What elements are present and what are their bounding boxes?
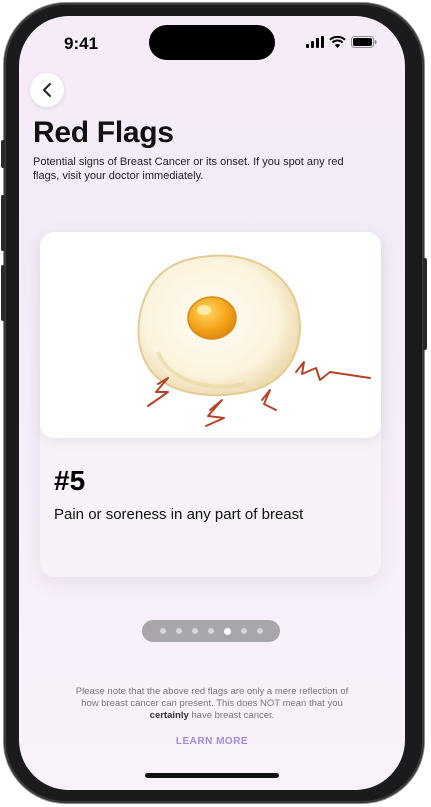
disclaimer-text: Please note that the above red flags are… <box>67 686 357 722</box>
card-image <box>40 232 381 438</box>
page-subtitle: Potential signs of Breast Cancer or its … <box>33 156 344 182</box>
mute-switch <box>1 140 5 168</box>
page-dot[interactable] <box>175 628 182 634</box>
disclaimer-before: Please note that the above red flags are… <box>75 686 349 709</box>
status-icons <box>306 36 377 48</box>
red-flag-card[interactable]: #5 Pain or soreness in any part of breas… <box>40 232 381 577</box>
chevron-left-icon <box>43 83 51 97</box>
home-indicator[interactable] <box>145 773 279 778</box>
page-dot[interactable] <box>159 628 166 634</box>
wifi-icon <box>329 36 346 48</box>
page-title: Red Flags <box>33 116 174 149</box>
volume-up-button <box>1 195 5 251</box>
disclaimer-emphasis: certainly <box>149 710 189 721</box>
screen: 9:41 Red Flags Potential signs of Breast… <box>19 16 405 790</box>
back-button[interactable] <box>30 73 64 107</box>
battery-icon <box>351 36 377 48</box>
cellular-signal-icon <box>306 36 324 48</box>
page-dot[interactable] <box>240 628 247 634</box>
learn-more-link[interactable]: LEARN MORE <box>19 736 405 747</box>
fried-egg-illustration-icon <box>137 254 371 427</box>
power-button <box>423 258 427 350</box>
status-time: 9:41 <box>64 34 99 53</box>
page-dot[interactable] <box>207 628 214 634</box>
volume-down-button <box>1 265 5 321</box>
page-dot[interactable] <box>191 628 198 634</box>
page-indicator[interactable] <box>142 620 280 642</box>
dynamic-island <box>149 25 275 60</box>
disclaimer-after: have breast cancer. <box>188 710 275 721</box>
page-dot-active[interactable] <box>223 627 231 635</box>
page-dot[interactable] <box>256 628 263 634</box>
card-number: #5 <box>54 465 86 496</box>
card-description: Pain or soreness in any part of breast <box>54 506 304 523</box>
